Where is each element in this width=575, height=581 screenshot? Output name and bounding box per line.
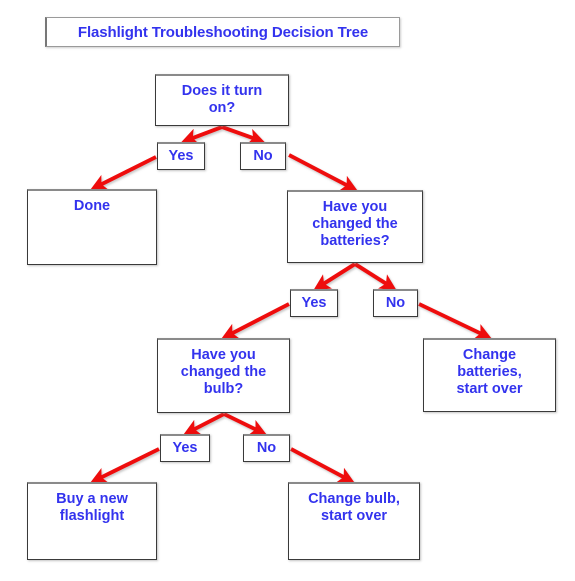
arrow-root-to-no1 [221, 125, 266, 145]
node-no-3[interactable]: No [243, 434, 290, 462]
arrow-no2-to-change-batteries [418, 302, 492, 340]
arrow-yes3-to-buy-new [90, 447, 160, 484]
node-label: Change batteries, start over [456, 347, 523, 398]
node-label: No [385, 294, 406, 311]
node-label: Change bulb, start over [308, 491, 400, 525]
decision-tree-diagram: Flashlight Troubleshooting Decision Tree [0, 0, 575, 581]
node-label: Done [73, 198, 111, 214]
node-no-1[interactable]: No [240, 142, 286, 170]
node-label: No [256, 439, 277, 456]
arrow-root-to-yes1 [180, 125, 223, 145]
node-label: Have you changed the batteries? [312, 199, 398, 250]
node-done[interactable]: Done [27, 189, 157, 265]
arrow-yes2-to-bulb [221, 302, 290, 340]
node-yes-2[interactable]: Yes [290, 289, 338, 317]
arrow-batteries-to-no2 [353, 262, 397, 291]
arrow-yes1-to-done [90, 155, 157, 190]
node-change-batteries-start-over[interactable]: Change batteries, start over [423, 338, 556, 412]
node-label: Does it turn on? [181, 83, 263, 117]
node-buy-a-new-flashlight[interactable]: Buy a new flashlight [27, 482, 157, 560]
node-label: Have you changed the bulb? [180, 347, 267, 398]
node-label: Yes [301, 294, 327, 311]
node-have-you-changed-the-batteries[interactable]: Have you changed the batteries? [287, 190, 423, 263]
node-does-it-turn-on[interactable]: Does it turn on? [155, 74, 289, 126]
arrow-no3-to-change-bulb [290, 447, 355, 484]
node-have-you-changed-the-bulb[interactable]: Have you changed the bulb? [157, 338, 290, 413]
arrow-bulb-to-yes3 [183, 412, 225, 435]
node-change-bulb-start-over[interactable]: Change bulb, start over [288, 482, 420, 560]
arrow-bulb-to-no3 [223, 412, 267, 436]
diagram-title-text: Flashlight Troubleshooting Decision Tree [77, 23, 369, 41]
node-yes-1[interactable]: Yes [157, 142, 205, 170]
node-label: Yes [172, 439, 198, 456]
node-yes-3[interactable]: Yes [160, 434, 210, 462]
arrow-batteries-to-yes2 [313, 262, 357, 291]
arrow-no1-to-batteries [288, 153, 358, 192]
node-no-2[interactable]: No [373, 289, 418, 317]
node-label: Buy a new flashlight [56, 491, 128, 525]
node-label: Yes [168, 147, 194, 164]
node-label: No [253, 147, 273, 164]
diagram-title: Flashlight Troubleshooting Decision Tree [45, 17, 400, 47]
